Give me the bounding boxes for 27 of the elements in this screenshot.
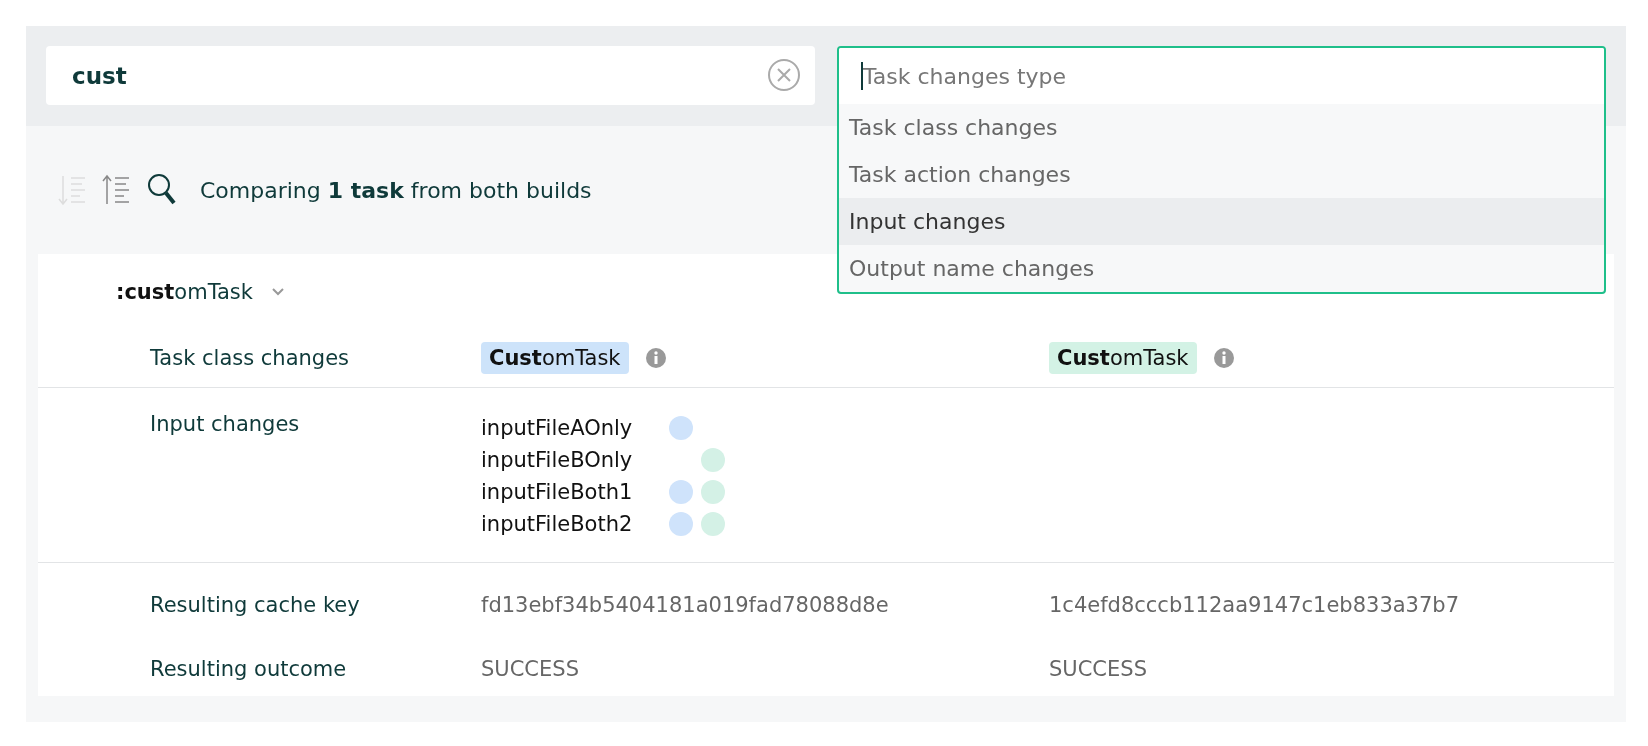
info-icon[interactable] xyxy=(1212,346,1235,369)
comparison-summary: Comparing 1 task from both builds xyxy=(200,177,592,203)
build-a-value: fd13ebf34b5404181a019fad78088d8e xyxy=(481,593,889,617)
row-label: Input changes xyxy=(150,412,301,438)
row-label: Resulting outcome xyxy=(150,657,348,681)
class-badge: CustomTask xyxy=(1049,341,1197,374)
search-field[interactable]: cust xyxy=(46,46,815,105)
text-cursor xyxy=(861,62,863,90)
build-b-value: 1c4efd8cccb112aa9147c1eb833a37b7 xyxy=(1049,593,1460,617)
build-a-value: SUCCESS xyxy=(481,657,579,681)
dropdown-option[interactable]: Output name changes xyxy=(839,245,1604,292)
build-b-value: SUCCESS xyxy=(1049,657,1147,681)
info-icon[interactable] xyxy=(644,346,667,369)
row-label: Resulting cache key xyxy=(150,593,361,617)
type-filter-field[interactable]: Task changes type xyxy=(839,48,1604,104)
clear-icon[interactable] xyxy=(767,58,801,92)
input-file-name: inputFileBOnly xyxy=(481,448,634,472)
dropdown-option[interactable]: Task action changes xyxy=(839,151,1604,198)
dropdown-option[interactable]: Task class changes xyxy=(839,104,1604,151)
input-file-name: inputFileBoth1 xyxy=(481,480,634,504)
input-file-name: inputFileBoth2 xyxy=(481,512,634,536)
chevron-icon[interactable] xyxy=(271,287,285,297)
input-file-name: inputFileAOnly xyxy=(481,416,634,440)
task-name: :customTask xyxy=(116,280,253,304)
class-badge: CustomTask xyxy=(481,341,629,374)
row-label: Task class changes xyxy=(150,345,351,370)
dropdown-option[interactable]: Input changes xyxy=(839,198,1604,245)
